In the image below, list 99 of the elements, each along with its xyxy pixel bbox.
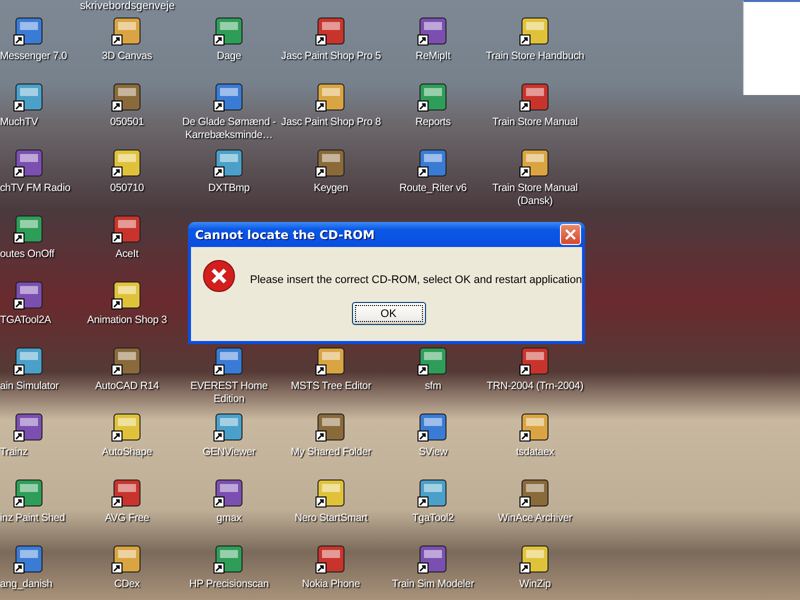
desktop-shortcut[interactable]: AVG Free [104, 477, 150, 525]
desktop-label: skrivebordsgenveje [80, 0, 175, 13]
app-icon [416, 543, 449, 575]
app-icon [315, 345, 347, 377]
app-icon [314, 147, 347, 179]
desktop-shortcut[interactable]: ang_danish [0, 543, 52, 591]
desktop-shortcut[interactable]: MSTS Tree Editor [290, 345, 372, 393]
app-icon [111, 345, 143, 377]
desktop-shortcut[interactable]: AutoCAD R14 [95, 345, 159, 393]
desktop-shortcut[interactable]: Route_Riter v6 [399, 147, 467, 195]
desktop-shortcut[interactable]: 050710 [110, 147, 144, 195]
desktop-shortcut[interactable]: HP Precisionscan [189, 543, 269, 591]
app-icon [519, 81, 551, 113]
app-icon [111, 279, 143, 311]
desktop-shortcut[interactable]: Nero StartSmart [294, 477, 368, 525]
desktop-shortcut[interactable]: TRN-2004 (Trn-2004) [486, 345, 584, 393]
app-icon [519, 15, 551, 47]
dialog-title: Cannot locate the CD-ROM [194, 228, 375, 242]
desktop-shortcut[interactable]: Train Sim Modeler [392, 543, 474, 591]
app-icon [13, 345, 45, 377]
app-icon [110, 411, 143, 443]
app-icon [212, 411, 245, 443]
desktop-shortcut[interactable]: ain Simulator [0, 345, 59, 393]
app-icon [213, 477, 245, 509]
desktop-shortcut[interactable]: TGATool2A [0, 279, 52, 327]
desktop-shortcut[interactable]: Nokia Phone [302, 543, 360, 591]
desktop-shortcut[interactable]: ReMipIt [416, 15, 450, 63]
desktop-shortcut[interactable]: Messenger 7.0 [0, 15, 67, 63]
app-icon [13, 543, 45, 575]
error-icon [202, 259, 236, 293]
desktop-shortcut[interactable]: Jasc Paint Shop Pro 5 [281, 15, 381, 63]
desktop-shortcut[interactable]: Train Store Manual (Dansk) [485, 147, 585, 208]
desktop-shortcut[interactable]: chTV FM Radio [0, 147, 70, 195]
app-icon [213, 15, 245, 47]
app-icon [111, 147, 143, 179]
desktop-shortcut[interactable]: Trainz [0, 411, 45, 459]
app-icon [111, 477, 143, 509]
dialog-message: Please insert the correct CD-ROM, select OK and restart application [250, 272, 582, 286]
app-icon [314, 477, 347, 509]
app-icon [13, 279, 45, 311]
desktop-shortcut[interactable]: Train Store Handbuch [486, 15, 584, 63]
ok-button[interactable]: OK [352, 302, 426, 325]
app-icon [519, 477, 551, 509]
desktop-shortcut[interactable]: 050501 [110, 81, 144, 129]
desktop-shortcut[interactable]: AutoShape [102, 411, 152, 459]
app-icon [111, 543, 143, 575]
desktop-shortcut[interactable]: MuchTV [0, 81, 45, 129]
app-icon [518, 345, 551, 377]
app-icon [13, 477, 45, 509]
app-icon [314, 81, 347, 113]
desktop-shortcut[interactable]: SView [417, 411, 449, 459]
desktop-shortcut[interactable]: Train Store Manual [492, 81, 578, 129]
app-icon [417, 81, 449, 113]
app-icon [111, 213, 143, 245]
desktop-shortcut[interactable]: GENViewer [202, 411, 256, 459]
desktop-shortcut[interactable]: TgaTool2 [412, 477, 454, 525]
app-icon [417, 15, 449, 47]
app-icon [13, 15, 45, 47]
desktop-shortcut[interactable]: Dage [213, 15, 245, 63]
app-icon [416, 477, 449, 509]
close-icon [564, 228, 577, 241]
app-icon [13, 147, 45, 179]
app-icon [213, 81, 245, 113]
app-icon [13, 213, 45, 245]
app-icon [417, 345, 449, 377]
desktop-shortcut[interactable]: DXTBmp [208, 147, 250, 195]
desktop-shortcut[interactable]: outes OnOff [0, 213, 54, 261]
app-icon [111, 81, 143, 113]
desktop-shortcut[interactable]: AceIt [111, 213, 143, 261]
desktop-shortcut[interactable]: WinZip [519, 543, 551, 591]
app-icon [315, 543, 347, 575]
close-button[interactable] [560, 224, 581, 245]
app-icon [519, 543, 551, 575]
app-icon [519, 147, 551, 179]
desktop-shortcut[interactable]: WinAce Archiver [498, 477, 572, 525]
app-icon [13, 81, 45, 113]
desktop-shortcut[interactable]: gmax [213, 477, 245, 525]
app-icon [213, 345, 245, 377]
app-icon [13, 411, 45, 443]
app-icon [519, 411, 551, 443]
desktop-shortcut[interactable]: Keygen [314, 147, 348, 195]
app-icon [212, 543, 245, 575]
desktop-shortcut[interactable]: inz Paint Shed [0, 477, 65, 525]
desktop-shortcut[interactable]: My Shared Folder [290, 411, 372, 459]
desktop-shortcut[interactable]: sfm [417, 345, 449, 393]
desktop-shortcut[interactable]: Jasc Paint Shop Pro 8 [281, 81, 381, 129]
desktop-shortcut[interactable]: 3D Canvas [102, 15, 152, 63]
desktop-shortcut[interactable]: Animation Shop 3 [87, 279, 167, 327]
desktop-shortcut[interactable]: Reports [415, 81, 451, 129]
desktop-shortcut[interactable]: CDex [111, 543, 143, 591]
app-icon [416, 147, 449, 179]
desktop-shortcut[interactable]: De Glade Sømænd - Karrebæksminde… [179, 81, 279, 142]
app-icon [212, 147, 245, 179]
desktop-shortcut[interactable]: EVEREST Home Edition [179, 345, 279, 406]
app-icon [314, 15, 347, 47]
app-icon [314, 411, 347, 443]
desktop-shortcut[interactable]: tsdataex [516, 411, 554, 459]
app-icon [417, 411, 449, 443]
app-icon [111, 15, 143, 47]
